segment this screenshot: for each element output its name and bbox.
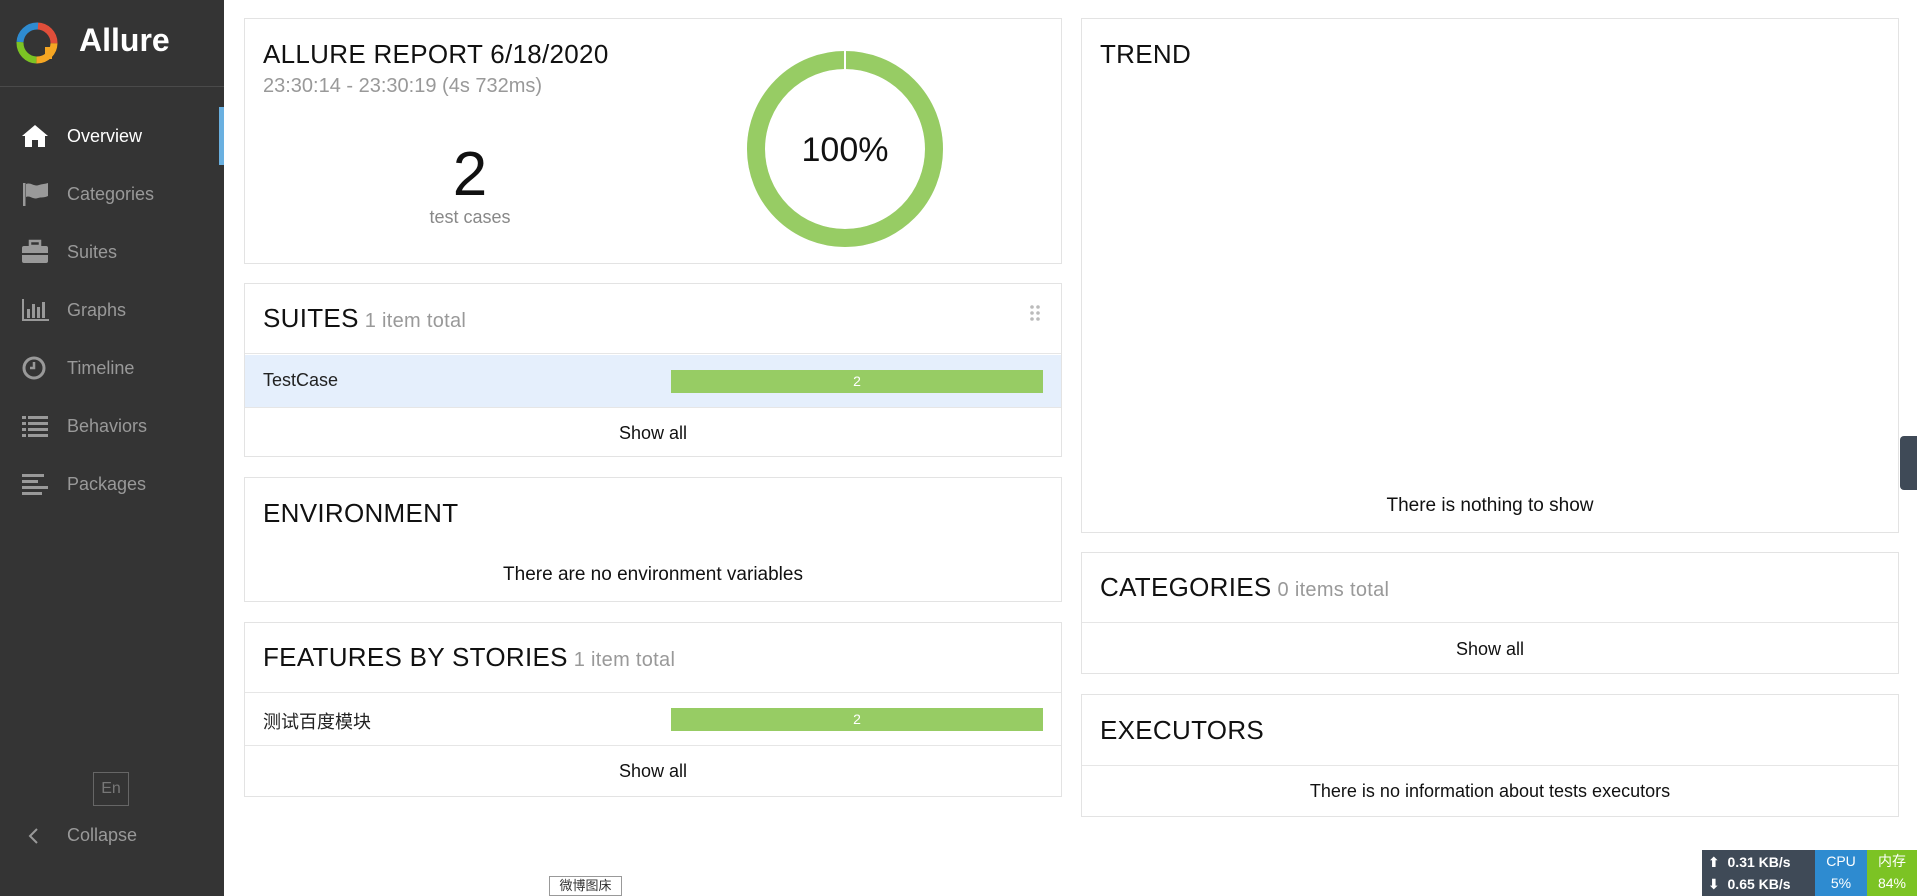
divider [245, 407, 1061, 408]
memory-usage: 内存 84% [1867, 850, 1917, 896]
test-case-count: 2 [452, 140, 488, 209]
brand[interactable]: Allure [0, 0, 224, 87]
image-host-tooltip: 微博图床 [549, 876, 622, 896]
sidebar-nav: Overview Categories Suites Graphs Timeli… [0, 107, 224, 513]
suites-widget: SUITES 1 item total TestCase 2 Show all [244, 283, 1062, 457]
suite-passed-fill: 2 [671, 370, 1043, 393]
home-icon [22, 125, 48, 147]
executors-title: EXECUTORS [1100, 715, 1265, 745]
suite-status-bar[interactable]: 2 [671, 370, 1043, 393]
divider [1082, 622, 1898, 623]
report-title: ALLURE REPORT 6/18/2020 [263, 39, 609, 69]
list-icon [22, 416, 48, 437]
sidebar-item-timeline[interactable]: Timeline [0, 339, 224, 397]
suite-name: TestCase [263, 370, 339, 390]
download-speed: 0.65 KB/s [1727, 876, 1791, 892]
divider [245, 745, 1061, 746]
features-title-text: FEATURES BY STORIES [263, 642, 568, 672]
brand-name: Allure [79, 22, 170, 58]
side-drawer-handle[interactable] [1900, 436, 1917, 490]
flag-icon [23, 183, 48, 206]
upload-speed: 0.31 KB/s [1727, 854, 1791, 870]
cpu-value: 5% [1830, 875, 1852, 891]
sidebar-item-label: Packages [67, 473, 147, 494]
categories-title-text: CATEGORIES [1100, 572, 1272, 602]
sidebar-item-graphs[interactable]: Graphs [0, 281, 224, 339]
collapse-button[interactable]: Collapse [0, 816, 224, 856]
clock-icon [22, 356, 46, 380]
cpu-label: CPU [1826, 853, 1856, 869]
pass-rate-text: 100% [802, 131, 889, 169]
divider [245, 353, 1061, 354]
pass-rate-donut[interactable]: 100% [745, 49, 945, 249]
trend-widget: TREND There is nothing to show [1081, 18, 1899, 533]
chevron-left-icon [28, 828, 38, 844]
align-left-icon [22, 474, 48, 495]
environment-title: ENVIRONMENT [263, 498, 459, 528]
memory-label: 内存 [1878, 853, 1906, 869]
suites-title: SUITES 1 item total [263, 303, 466, 334]
trend-empty-message: There is nothing to show [1386, 495, 1594, 516]
suites-show-all-link[interactable]: Show all [245, 423, 1061, 444]
executors-empty-message: There is no information about tests exec… [1309, 781, 1671, 801]
categories-title: CATEGORIES 0 items total [1100, 572, 1389, 603]
drag-handle-icon[interactable] [1029, 304, 1041, 322]
summary-widget: ALLURE REPORT 6/18/2020 23:30:14 - 23:30… [244, 18, 1062, 264]
feature-passed-fill: 2 [671, 708, 1043, 731]
network-speeds: ⬆ 0.31 KB/s ⬇ 0.65 KB/s [1702, 850, 1815, 896]
categories-show-all-link[interactable]: Show all [1082, 639, 1898, 660]
briefcase-icon [22, 239, 48, 263]
sidebar: Allure Overview Categories Suites Graphs… [0, 0, 224, 896]
memory-value: 84% [1877, 875, 1907, 891]
trend-title: TREND [1100, 39, 1192, 69]
sidebar-item-packages[interactable]: Packages [0, 455, 224, 513]
features-count: 1 item total [573, 649, 676, 671]
feature-name: 测试百度模块 [263, 712, 371, 732]
categories-count: 0 items total [1277, 579, 1390, 601]
download-speed-row: ⬇ 0.65 KB/s [1708, 876, 1791, 892]
feature-row[interactable]: 测试百度模块 2 [245, 693, 1061, 745]
sidebar-item-label: Graphs [67, 299, 127, 320]
features-show-all-link[interactable]: Show all [245, 761, 1061, 782]
sidebar-item-behaviors[interactable]: Behaviors [0, 397, 224, 455]
sidebar-item-label: Behaviors [67, 415, 148, 436]
sidebar-item-label: Timeline [67, 357, 135, 378]
executors-widget: EXECUTORS There is no information about … [1081, 694, 1899, 817]
sidebar-item-categories[interactable]: Categories [0, 165, 224, 223]
sidebar-item-label: Categories [67, 183, 155, 204]
network-monitor: ⬆ 0.31 KB/s ⬇ 0.65 KB/s CPU 5% 内存 84% [1702, 850, 1917, 896]
suite-row[interactable]: TestCase 2 [245, 355, 1061, 407]
feature-status-bar[interactable]: 2 [671, 708, 1043, 731]
environment-empty-message: There are no environment variables [503, 564, 803, 585]
report-time-range: 23:30:14 - 23:30:19 (4s 732ms) [263, 75, 543, 97]
bar-chart-icon [22, 299, 49, 321]
features-title: FEATURES BY STORIES 1 item total [263, 642, 675, 673]
test-case-label: test cases [429, 207, 511, 227]
sidebar-item-label: Overview [67, 125, 143, 146]
cpu-usage: CPU 5% [1815, 850, 1867, 896]
suites-title-text: SUITES [263, 303, 359, 333]
collapse-label: Collapse [67, 825, 138, 845]
allure-logo-icon [16, 22, 58, 64]
sidebar-item-overview[interactable]: Overview [0, 107, 224, 165]
divider [1082, 765, 1898, 766]
upload-speed-row: ⬆ 0.31 KB/s [1708, 854, 1791, 870]
features-widget: FEATURES BY STORIES 1 item total 测试百度模块 2… [244, 622, 1062, 797]
environment-widget: ENVIRONMENT There are no environment var… [244, 477, 1062, 602]
categories-widget: CATEGORIES 0 items total Show all [1081, 552, 1899, 674]
language-button[interactable]: En [93, 772, 129, 806]
suites-count: 1 item total [364, 310, 467, 332]
sidebar-item-suites[interactable]: Suites [0, 223, 224, 281]
sidebar-item-label: Suites [67, 241, 118, 262]
